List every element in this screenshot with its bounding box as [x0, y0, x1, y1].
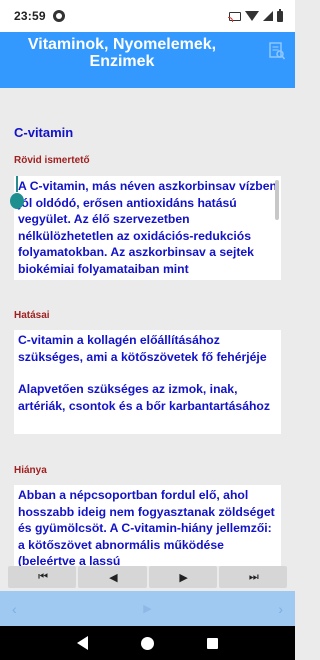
field-label-deficiency: Hiánya [14, 465, 47, 476]
notification-icon [52, 10, 65, 22]
status-time: 23:59 [14, 9, 46, 23]
effects-textarea[interactable]: C-vitamin a kollagén előállításához szük… [14, 330, 281, 434]
field-label-effects: Hatásai [14, 310, 50, 321]
content: C-vitamin Rövid ismertető A C-vitamin, m… [0, 88, 295, 566]
pager-right-button[interactable]: › [278, 601, 283, 617]
record-navigation: ⏮ ◀ ▶ ⏭ [0, 566, 295, 591]
signal-icon [263, 11, 273, 21]
app-bar: Vitaminok, Nyomelemek, Enzimek [0, 32, 295, 88]
app-title: Vitaminok, Nyomelemek, Enzimek [27, 36, 217, 70]
section-title: C-vitamin [14, 125, 74, 140]
text-cursor [16, 176, 18, 192]
recents-icon[interactable] [207, 637, 219, 649]
pager-play-button[interactable]: ▶ [143, 602, 151, 615]
document-search-icon[interactable] [269, 42, 285, 60]
system-navigation-bar [0, 626, 295, 660]
prev-button[interactable]: ◀ [78, 566, 147, 588]
summary-textarea[interactable]: A C-vitamin, más néven aszkorbinsav vízb… [14, 176, 281, 280]
status-bar: 23:59 [0, 0, 295, 32]
deficiency-textarea[interactable]: Abban a népcsoportban fordul elő, ahol h… [14, 485, 281, 566]
back-icon[interactable] [76, 636, 88, 650]
home-icon[interactable] [140, 636, 154, 650]
cast-icon [228, 11, 241, 22]
status-icons [228, 8, 283, 22]
cursor-handle[interactable] [10, 193, 24, 209]
scrollbar[interactable] [275, 180, 279, 220]
summary-text: A C-vitamin, más néven aszkorbinsav vízb… [18, 179, 277, 280]
deficiency-text: Abban a népcsoportban fordul elő, ahol h… [18, 488, 275, 566]
effects-text-2: Alapvetően szükséges az izmok, inak, art… [18, 382, 270, 413]
pager-left-button[interactable]: ‹ [12, 601, 17, 617]
pager-bar: ‹ ▶ › [0, 591, 295, 626]
next-button[interactable]: ▶ [148, 566, 217, 588]
field-label-summary: Rövid ismertető [14, 155, 90, 166]
first-button[interactable]: ⏮ [8, 566, 77, 588]
last-button[interactable]: ⏭ [218, 566, 287, 588]
wifi-icon [245, 11, 259, 21]
effects-text-1: C-vitamin a kollagén előállításához szük… [18, 333, 267, 364]
battery-icon [277, 8, 283, 22]
